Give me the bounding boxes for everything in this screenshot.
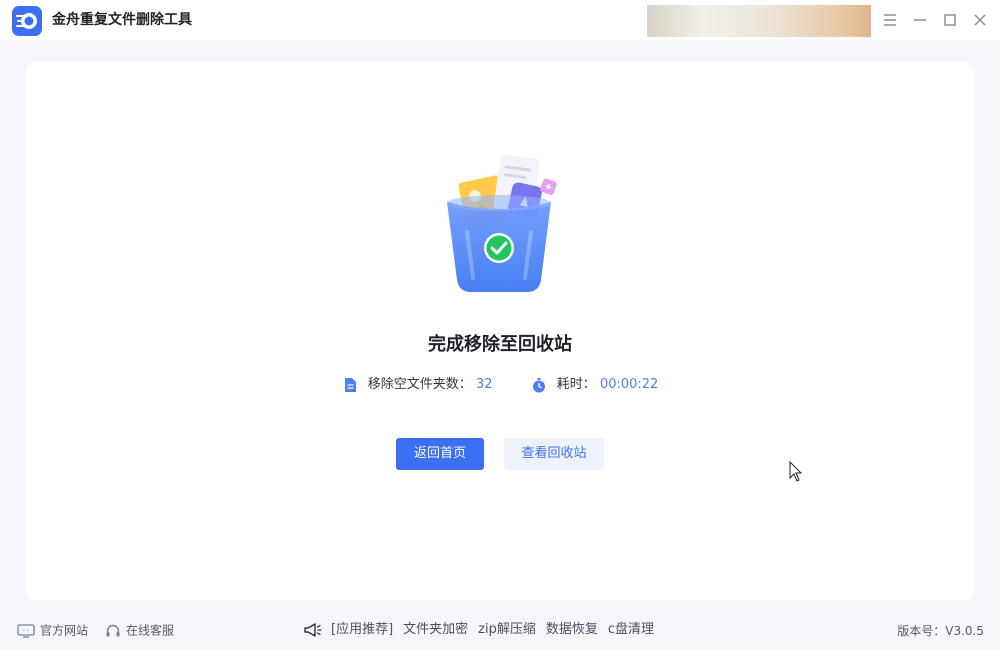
back-home-button[interactable]: 返回首页 — [396, 438, 484, 470]
removed-count-label: 移除空文件夹数： — [367, 377, 472, 392]
recommend-label: [应用推荐] — [331, 622, 394, 637]
monitor-icon — [17, 623, 35, 638]
app-title: 金舟重复文件删除工具 — [52, 12, 192, 28]
ad-banner[interactable] — [647, 5, 871, 37]
close-icon[interactable] — [968, 8, 992, 32]
removed-count-stat: 移除空文件夹数： 32 — [342, 374, 493, 397]
elapsed-time-label: 耗时： — [556, 377, 596, 392]
official-website-link[interactable]: 官方网站 — [17, 620, 88, 641]
view-recycle-bin-button[interactable]: 查看回收站 — [504, 438, 604, 470]
recommend-link-c-drive-clean[interactable]: c盘清理 — [608, 622, 654, 637]
official-website-label: 官方网站 — [40, 623, 89, 638]
elapsed-time-value: 00:00:22 — [599, 377, 659, 392]
mouse-cursor-icon — [789, 461, 803, 482]
hamburger-menu-icon[interactable] — [878, 8, 902, 32]
elapsed-time-stat: 耗时： 00:00:22 — [531, 374, 659, 397]
app-logo — [12, 6, 42, 36]
recommend-link-folder-encrypt[interactable]: 文件夹加密 — [403, 622, 468, 637]
stopwatch-icon — [532, 378, 545, 393]
online-support-link[interactable]: 在线客服 — [105, 620, 174, 641]
result-title: 完成移除至回收站 — [428, 334, 572, 355]
recommend-link-zip[interactable]: zip解压缩 — [478, 622, 536, 637]
recycle-bin-illustration — [447, 154, 557, 292]
online-support-label: 在线客服 — [126, 623, 175, 638]
footer-bar: 官方网站 在线客服 [应用推荐] 文件夹加密 zip解压缩 数据恢复 c盘清理 版本号：… — [0, 612, 1000, 650]
megaphone-icon — [304, 623, 322, 637]
recommend-link-data-recovery[interactable]: 数据恢复 — [546, 622, 598, 637]
minimize-icon[interactable] — [908, 8, 932, 32]
result-stats: 移除空文件夹数： 32 耗时： 00:00:22 — [26, 374, 974, 396]
document-icon — [344, 378, 356, 392]
result-panel: 完成移除至回收站 移除空文件夹数： 32 耗时： 00:00:22 返回首页 查… — [26, 62, 974, 600]
title-bar: 金舟重复文件删除工具 — [0, 0, 1000, 40]
removed-count-value: 32 — [475, 377, 493, 392]
maximize-icon[interactable] — [938, 8, 962, 32]
app-recommendations: [应用推荐] 文件夹加密 zip解压缩 数据恢复 c盘清理 — [303, 620, 654, 641]
version-label: 版本号：V3.0.5 — [897, 624, 984, 638]
headset-icon — [106, 624, 120, 636]
